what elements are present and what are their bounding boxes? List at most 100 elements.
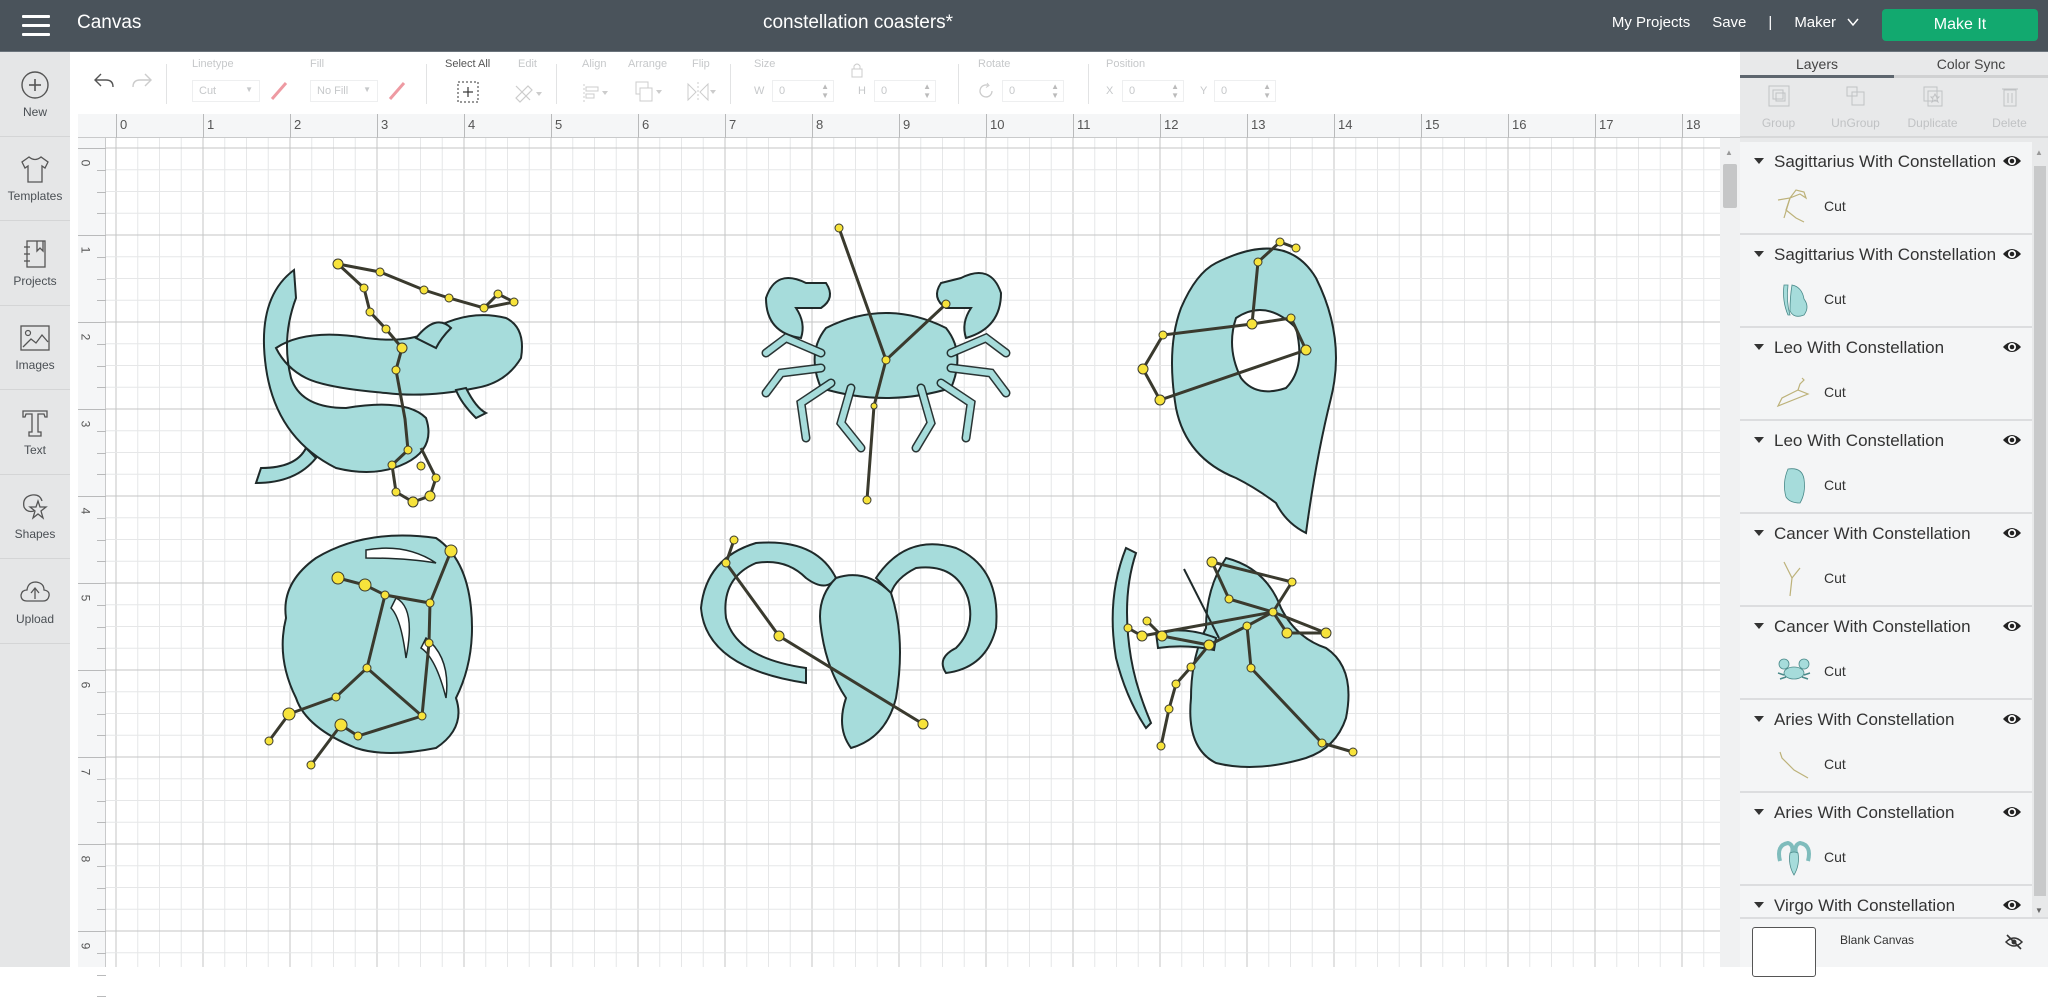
undo-icon[interactable] [92,70,116,92]
canvas-vertical-scrollbar[interactable]: ▲ [1720,138,1740,967]
design-pisces[interactable] [254,258,523,508]
ungroup-label: UnGroup [1831,116,1880,130]
layers-scrollbar[interactable]: ▲ ▼ [2032,142,2048,917]
eye-icon[interactable] [2002,711,2022,727]
layer-header[interactable]: Cancer With Constellation [1740,607,2032,647]
x-label: X [1106,85,1114,97]
caret-down-icon[interactable] [1754,716,1764,722]
caret-down-icon[interactable] [1754,158,1764,164]
sidebar-item-projects[interactable]: Projects [0,221,70,306]
eye-icon[interactable] [2002,153,2022,169]
caret-down-icon[interactable] [1754,902,1764,908]
linetype-select[interactable]: Cut ▼ [192,80,260,102]
layer-header[interactable]: Sagittarius With Constellation [1740,235,2032,275]
duplicate-button[interactable]: Duplicate [1894,78,1971,136]
scroll-thumb[interactable] [2034,166,2046,896]
layer-item[interactable]: Cut [1740,182,2032,232]
design-cancer[interactable] [761,223,1011,505]
x-position-input[interactable]: 0 ▲ ▼ [1122,80,1184,102]
eye-icon[interactable] [2002,804,2022,820]
make-it-button[interactable]: Make It [1882,9,2038,41]
design-leo[interactable] [1137,237,1337,535]
sidebar-item-new[interactable]: New [0,52,70,137]
scroll-up-arrow[interactable]: ▲ [1725,148,1733,157]
sidebar-item-shapes[interactable]: Shapes [0,475,70,559]
layer-item[interactable]: Cut [1740,833,2032,883]
layer-header[interactable]: Aries With Constellation [1740,793,2032,833]
blank-canvas-row[interactable]: Blank Canvas [1740,917,2048,977]
ram-head [819,574,901,750]
caret-down-icon[interactable] [1754,809,1764,815]
caret-down-icon[interactable] [1754,623,1764,629]
eye-icon[interactable] [2002,618,2022,634]
eye-icon[interactable] [2002,525,2022,541]
layer-header[interactable]: Sagittarius With Constellation [1740,142,2032,182]
eye-icon[interactable] [2002,897,2022,913]
ruler-tick [78,148,106,149]
tab-layers[interactable]: Layers [1740,52,1894,78]
ruler-label: 17 [1599,117,1614,132]
fill-select[interactable]: No Fill ▼ [310,80,378,102]
tab-color-sync[interactable]: Color Sync [1894,52,2048,78]
machine-selector[interactable]: Maker [1794,14,1836,31]
fill-color-swatch[interactable] [386,80,408,102]
linetype-color-swatch[interactable] [268,80,290,102]
my-projects-link[interactable]: My Projects [1612,14,1690,31]
width-input[interactable]: 0 ▲ ▼ [772,80,834,102]
eye-icon[interactable] [2002,432,2022,448]
sidebar-item-images[interactable]: Images [0,306,70,390]
flip-icon[interactable] [686,80,718,104]
layer-item[interactable]: Cut [1740,647,2032,697]
sidebar-item-templates[interactable]: Templates [0,137,70,221]
ruler-minor-tick [97,822,106,824]
sagittarius-thumbnail [1783,284,1808,317]
lock-icon[interactable] [850,62,864,78]
delete-button[interactable]: Delete [1971,78,2048,136]
save-link[interactable]: Save [1712,14,1746,31]
rotate-input[interactable]: 0 ▲ ▼ [1002,80,1064,102]
blank-canvas-swatch[interactable] [1752,927,1816,977]
ruler-label: 16 [1512,117,1527,132]
eye-icon[interactable] [2002,246,2022,262]
scroll-thumb[interactable] [1723,164,1737,208]
eye-hidden-icon[interactable] [2004,933,2024,951]
ruler-minor-tick [97,713,106,715]
chevron-down-icon[interactable] [1846,15,1860,29]
layer-item[interactable]: Cut [1740,275,2032,325]
layer-item[interactable]: Cut [1740,554,2032,604]
layer-item[interactable]: Cut [1740,368,2032,418]
layer-item[interactable]: Cut [1740,461,2032,511]
design-aries[interactable] [699,535,998,750]
layer-group: Cancer With Constellation Cut [1740,514,2032,607]
layer-item[interactable]: Cut [1740,740,2032,790]
eye-icon[interactable] [2002,339,2022,355]
height-input[interactable]: 0 ▲ ▼ [874,80,936,102]
design-sagittarius[interactable] [1111,546,1358,768]
select-all-icon[interactable] [456,80,480,104]
caret-down-icon[interactable] [1754,530,1764,536]
ruler-tick [638,114,639,138]
group-button[interactable]: Group [1740,78,1817,136]
layer-header[interactable]: Virgo With Constellation [1740,886,2032,917]
layer-header[interactable]: Leo With Constellation [1740,421,2032,461]
edit-tools-icon[interactable] [512,80,544,104]
scroll-up-arrow[interactable]: ▲ [2035,148,2043,157]
layer-header[interactable]: Cancer With Constellation [1740,514,2032,554]
sidebar-item-text[interactable]: Text [0,390,70,475]
arrange-icon[interactable] [634,80,664,104]
caret-down-icon[interactable] [1754,251,1764,257]
scroll-down-arrow[interactable]: ▼ [2035,906,2043,915]
ungroup-button[interactable]: UnGroup [1817,78,1894,136]
caret-down-icon[interactable] [1754,344,1764,350]
layer-header[interactable]: Aries With Constellation [1740,700,2032,740]
caret-down-icon[interactable] [1754,437,1764,443]
sidebar-item-upload[interactable]: Upload [0,559,70,644]
layer-header[interactable]: Leo With Constellation [1740,328,2032,368]
select-all-label: Select All [445,58,491,70]
y-position-input[interactable]: 0 ▲ ▼ [1214,80,1276,102]
design-virgo[interactable] [264,534,473,770]
fish-body [254,268,523,485]
redo-icon[interactable] [130,70,154,92]
align-icon[interactable] [582,82,610,104]
design-canvas[interactable] [106,138,1720,967]
